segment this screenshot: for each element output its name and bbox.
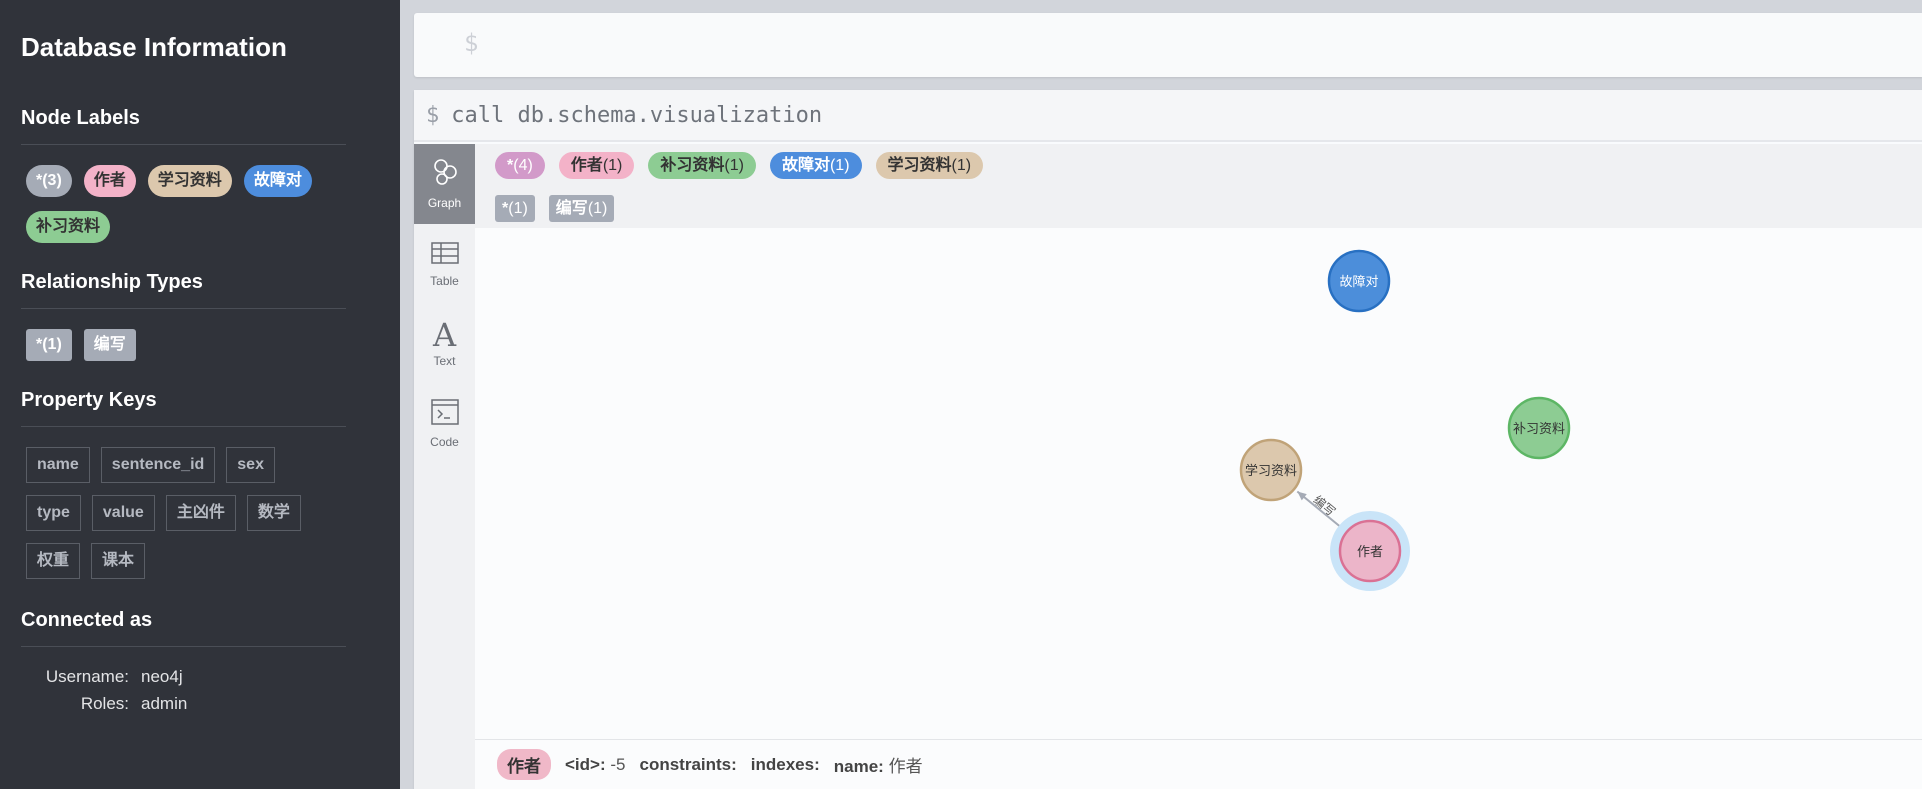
property-key-chip[interactable]: name [26,447,90,483]
property-key-chip[interactable]: sentence_id [100,447,216,483]
property-keys-title: Property Keys [21,389,346,427]
relationship-type-chip[interactable]: *(1) [26,329,72,361]
frame-prompt: $ [426,102,440,128]
node-label-chip[interactable]: *(3) [26,165,72,197]
legend-node-name: 作者 [570,157,603,174]
legend-relationship-name: 编写 [555,200,588,217]
property-key-chip[interactable]: 主凶件 [165,495,236,531]
graph-node-label: 学习资料 [1245,463,1297,478]
legend-node-chip[interactable]: 学习资料(1) [875,152,984,179]
graph-icon [432,158,458,192]
node-labels-title: Node Labels [21,107,346,145]
relationship-types-title: Relationship Types [21,271,346,309]
graph-legend: *(4) 作者(1) 补习资料(1) 故障对(1) 学习资料(1) *(1) 编写(1) [475,144,1922,228]
property-key-chip[interactable]: 数学 [246,495,301,531]
legend-node-count: (1) [951,157,972,174]
legend-node-count: (4) [513,157,533,174]
relationship-types-list: *(1) 编写 [21,329,346,361]
username-row: Username: neo4j [21,667,346,687]
username-value: neo4j [141,667,183,686]
tab-text-label: Text [433,354,456,368]
tab-table-label: Table [430,274,459,288]
code-icon [430,399,459,431]
frame-header[interactable]: $ call db.schema.visualization [414,90,1922,142]
username-label: Username: [45,667,129,686]
property-key-chip[interactable]: sex [226,447,275,483]
text-icon: A [432,316,457,354]
legend-node-chip[interactable]: 作者(1) [558,152,635,179]
legend-relationship-count: (1) [508,200,528,217]
legend-relationship-types: *(1) 编写(1) [495,195,1922,222]
legend-node-chip[interactable]: 补习资料(1) [648,152,756,179]
inspector-name-key: name: [833,757,884,776]
property-key-chip[interactable]: 权重 [26,543,81,579]
inspector-id-value: -5 [610,754,626,774]
inspector-constraints-key: constraints: [639,754,737,774]
legend-relationship-chip[interactable]: 编写(1) [548,195,615,222]
sidebar-title: Database Information [21,32,287,62]
legend-node-name: 补习资料 [660,157,725,174]
node-label-chip[interactable]: 故障对 [243,165,312,197]
sidebar: Database Information Node Labels *(3) 作者学… [0,0,400,789]
legend-relationship-count: (1) [587,200,608,217]
connected-as-title: Connected as [21,609,346,647]
roles-label: Roles: [80,694,129,713]
property-key-chip[interactable]: type [26,495,81,531]
result-frame: $ call db.schema.visualization Graph Tab… [414,90,1922,789]
legend-node-name: 故障对 [781,157,830,174]
tab-text[interactable]: A Text [414,304,475,384]
inspector-name-value: 作者 [888,757,923,776]
node-label-chip[interactable]: 学习资料 [147,165,232,197]
tab-code-label: Code [430,435,459,449]
graph-canvas[interactable]: 编写 故障对补习资料学习资料作者 [475,228,1922,739]
legend-node-count: (1) [724,157,744,174]
node-label-chip[interactable]: 作者 [83,165,136,197]
tab-graph-label: Graph [427,196,462,210]
editor-prompt: $ [464,29,479,57]
legend-relationship-chip[interactable]: *(1) [495,195,535,222]
node-labels-list: *(3) 作者 学习资料 故障对补习资料 [21,165,346,243]
property-keys-list: name sentence_id sex type value 主凶件 数学权重 课本 [21,447,321,579]
legend-node-labels: *(4) 作者(1) 补习资料(1) 故障对(1) 学习资料(1) [495,152,1922,179]
graph-svg[interactable]: 编写 故障对补习资料学习资料作者 [475,228,1922,739]
relationship-type-chip[interactable]: 编写 [83,329,136,361]
frame-command[interactable]: call db.schema.visualization [451,103,822,128]
view-tabs: Graph Table A Text Code [414,144,475,789]
inspector-indexes-key: indexes: [750,754,820,774]
legend-node-name: 学习资料 [887,157,952,174]
legend-node-count: (1) [602,157,623,174]
query-editor[interactable]: $ [414,13,1922,77]
legend-node-count: (1) [829,157,850,174]
property-key-chip[interactable]: 课本 [91,543,146,579]
tab-code[interactable]: Code [414,384,475,464]
tab-table[interactable]: Table [414,224,475,304]
legend-node-chip[interactable]: *(4) [495,152,545,179]
relationship-label: 编写 [1311,492,1339,519]
graph-node-label: 补习资料 [1513,421,1565,436]
inspector-bar: 作者 <id>: -5 constraints: indexes: name: … [475,739,1922,789]
inspector-label-chip[interactable]: 作者 [497,749,551,780]
tab-graph[interactable]: Graph [414,144,475,224]
inspector-id-key: <id>: [565,754,606,774]
property-key-chip[interactable]: value [91,495,155,531]
roles-value: admin [141,694,188,713]
table-icon [430,240,459,270]
graph-node-label: 作者 [1357,544,1383,559]
legend-node-chip[interactable]: 故障对(1) [769,152,862,179]
roles-row: Roles: admin [21,694,346,714]
node-label-chip[interactable]: 补习资料 [26,211,111,243]
graph-node-label: 故障对 [1339,274,1378,289]
